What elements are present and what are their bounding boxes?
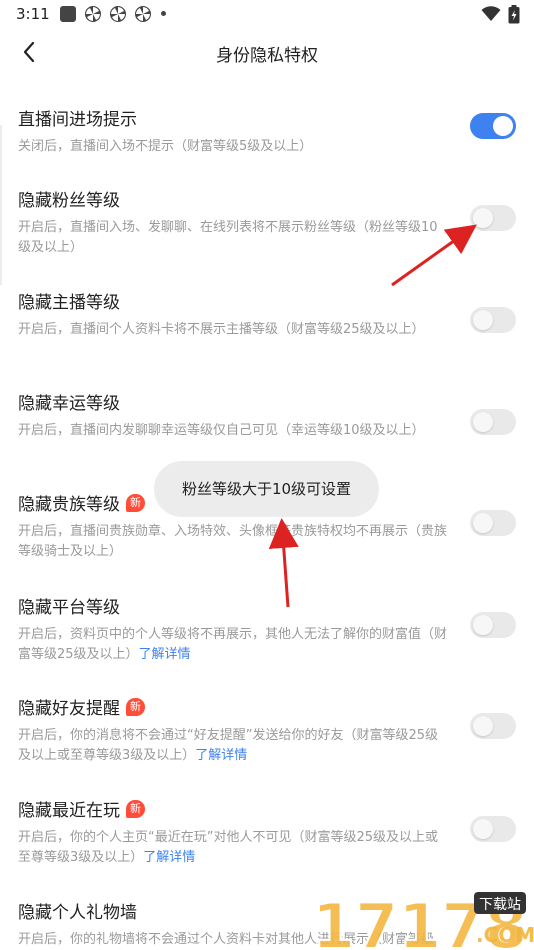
notification-pinwheel-icon bbox=[110, 6, 126, 22]
hide-fan-level-toggle[interactable] bbox=[470, 205, 516, 231]
new-badge: 新 bbox=[126, 799, 145, 818]
toggle-knob bbox=[493, 116, 513, 136]
new-badge: 新 bbox=[126, 493, 145, 512]
toggle-knob bbox=[473, 208, 493, 228]
toggle-knob bbox=[473, 513, 493, 533]
entry-notice-toggle[interactable] bbox=[470, 113, 516, 139]
toggle-knob bbox=[473, 310, 493, 330]
page-title: 身份隐私特权 bbox=[216, 46, 318, 66]
setting-title: 隐藏粉丝等级 bbox=[18, 191, 120, 211]
setting-description: 开启后，直播间内发聊聊幸运等级仅自己可见（幸运等级10级及以上） bbox=[18, 423, 425, 438]
hide-platform-level-toggle[interactable] bbox=[470, 612, 516, 638]
setting-title: 隐藏个人礼物墙 bbox=[18, 903, 137, 923]
setting-item-hide-recently-played: 隐藏最近在玩新 开启后，你的个人主页“最近在玩”对他人不可见（财富等级25级及以… bbox=[0, 796, 534, 896]
new-badge: 新 bbox=[126, 697, 145, 716]
status-bar: 3:11 bbox=[0, 0, 534, 30]
toggle-knob bbox=[473, 819, 493, 839]
toast-message: 粉丝等级大于10级可设置 bbox=[154, 461, 379, 517]
setting-title: 隐藏贵族等级新 bbox=[18, 490, 145, 515]
notification-app-icon bbox=[60, 6, 76, 22]
setting-title: 隐藏最近在玩新 bbox=[18, 796, 145, 821]
toggle-knob bbox=[473, 412, 493, 432]
hide-luck-level-toggle[interactable] bbox=[470, 409, 516, 435]
navigation-header: 身份隐私特权 bbox=[0, 30, 534, 74]
setting-title: 隐藏幸运等级 bbox=[18, 394, 120, 414]
setting-description: 开启后，资料页中的个人等级将不再展示，其他人无法了解你的财富值（财富等级25级及… bbox=[18, 627, 448, 662]
wifi-icon bbox=[481, 6, 501, 21]
learn-more-link[interactable]: 了解详情 bbox=[139, 647, 191, 662]
learn-more-link[interactable]: 了解详情 bbox=[143, 850, 195, 865]
learn-more-link[interactable]: 了解详情 bbox=[195, 748, 247, 763]
setting-item-entry-notice: 直播间进场提示 关闭后，直播间入场不提示（财富等级5级及以上） bbox=[0, 105, 534, 195]
notification-pinwheel-icon bbox=[85, 6, 101, 22]
setting-item-hide-platform-level: 隐藏平台等级 开启后，资料页中的个人等级将不再展示，其他人无法了解你的财富值（财… bbox=[0, 593, 534, 693]
hide-noble-level-toggle[interactable] bbox=[470, 510, 516, 536]
hide-friend-reminder-toggle[interactable] bbox=[470, 713, 516, 739]
setting-title: 隐藏主播等级 bbox=[18, 293, 120, 313]
status-time: 3:11 bbox=[16, 5, 50, 23]
notification-pinwheel-icon bbox=[135, 6, 151, 22]
setting-item-hide-gift-wall: 隐藏个人礼物墙 开启后，你的礼物墙将不会通过个人资料卡对其他人进行展示（财富等级… bbox=[0, 898, 534, 950]
setting-description: 关闭后，直播间入场不提示（财富等级5级及以上） bbox=[18, 139, 313, 154]
setting-item-hide-fan-level: 隐藏粉丝等级 开启后，直播间入场、发聊聊、在线列表将不展示粉丝等级（粉丝等级10… bbox=[0, 186, 534, 286]
setting-title: 直播间进场提示 bbox=[18, 110, 137, 130]
setting-description: 开启后，直播间贵族勋章、入场特效、头像框等贵族特权均不再展示（贵族等级骑士及以上… bbox=[18, 524, 448, 559]
setting-title: 隐藏好友提醒新 bbox=[18, 694, 145, 719]
hide-anchor-level-toggle[interactable] bbox=[470, 307, 516, 333]
battery-icon bbox=[508, 5, 520, 24]
setting-item-hide-friend-reminder: 隐藏好友提醒新 开启后，你的消息将不会通过“好友提醒”发送给你的好友（财富等级2… bbox=[0, 694, 534, 794]
hide-recently-played-toggle[interactable] bbox=[470, 816, 516, 842]
setting-title: 隐藏平台等级 bbox=[18, 598, 120, 618]
more-notifications-dot bbox=[161, 11, 166, 16]
setting-description: 开启后，你的礼物墙将不会通过个人资料卡对其他人进行展示（财富等级25级及以上） bbox=[18, 932, 435, 947]
setting-description: 开启后，直播间入场、发聊聊、在线列表将不展示粉丝等级（粉丝等级10级及以上） bbox=[18, 220, 438, 255]
toggle-knob bbox=[473, 716, 493, 736]
setting-description: 开启后，直播间个人资料卡将不展示主播等级（财富等级25级及以上） bbox=[18, 322, 425, 337]
setting-description: 开启后，你的消息将不会通过“好友提醒”发送给你的好友（财富等级25级及以上或至尊… bbox=[18, 728, 439, 763]
setting-item-hide-anchor-level: 隐藏主播等级 开启后，直播间个人资料卡将不展示主播等级（财富等级25级及以上） bbox=[0, 288, 534, 388]
setting-description: 开启后，你的个人主页“最近在玩”对他人不可见（财富等级25级及以上或至尊等级3级… bbox=[18, 830, 439, 865]
toggle-knob bbox=[473, 615, 493, 635]
